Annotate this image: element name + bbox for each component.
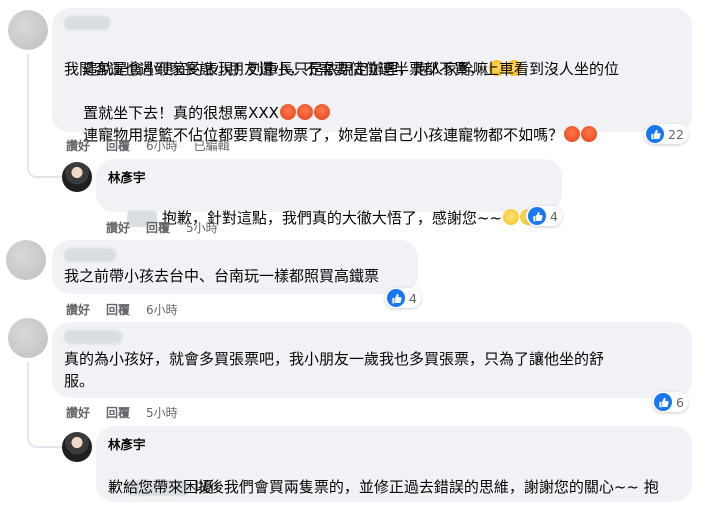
replier-avatar[interactable] [62, 432, 92, 462]
reaction-count[interactable]: 4 [385, 288, 421, 308]
timestamp[interactable]: 5小時 [186, 219, 218, 236]
reaction-count[interactable]: 22 [644, 124, 688, 144]
thumbs-up-icon [654, 393, 672, 411]
reaction-number: 6 [676, 394, 684, 410]
reply-button[interactable]: 回覆 [146, 219, 170, 236]
comment-bubble: 這就是貪小便宜的表現！列車長只是依規定辦理，炮人家幹嘛 我開客運也遇到家長說小朋… [52, 8, 692, 144]
reply-author[interactable]: 林彥宇 [108, 434, 146, 453]
commenter-name-redacted[interactable] [64, 16, 110, 30]
comment-text: 我開客運也遇到家長說小朋友還小，不需要佔位連半票都不買，上車看到沒人坐的位 [64, 60, 620, 78]
reaction-number: 4 [409, 290, 417, 306]
timestamp[interactable]: 5小時 [146, 404, 178, 421]
reply-bubble: 林彥宇 以後我們會買兩隻票的，並修正過去錯誤的思維，謝謝您的關心~~ 抱 歉給您… [96, 426, 692, 502]
reply-text: 歉給您帶來困擾 [108, 478, 214, 496]
thumbs-up-icon [528, 207, 546, 225]
reply-actions: 讚好 回覆 5小時 [106, 219, 218, 236]
reply-author[interactable]: 林彥宇 [108, 167, 146, 186]
like-button[interactable]: 讚好 [66, 404, 90, 421]
angry-emoji-icon [564, 126, 581, 142]
reply-button[interactable]: 回覆 [106, 137, 130, 154]
timestamp[interactable]: 6小時 [146, 137, 178, 154]
reply-bubble: 林彥宇 抱歉，針對這點，我們真的大徹大悟了，感謝您~~ [96, 159, 562, 227]
timestamp[interactable]: 6小時 [146, 301, 178, 318]
comment-actions: 讚好 回覆 5小時 [66, 404, 178, 421]
commenter-avatar[interactable] [8, 10, 48, 50]
commenter-name-redacted[interactable] [64, 330, 122, 344]
reply-button[interactable]: 回覆 [106, 404, 130, 421]
like-button[interactable]: 讚好 [66, 137, 90, 154]
reply-button[interactable]: 回覆 [106, 301, 130, 318]
comment-text: 服。 [64, 372, 95, 390]
replier-avatar[interactable] [62, 162, 92, 192]
reaction-count[interactable]: 6 [652, 392, 688, 412]
comment-actions: 讚好 回覆 6小時 [66, 301, 178, 318]
comment-bubble: 真的為小孩好，就會多買張票吧，我小朋友一歲我也多買張票，只為了讓他坐的舒 服。 [52, 322, 692, 398]
reaction-number: 4 [550, 208, 558, 224]
reaction-count[interactable]: 4 [526, 206, 562, 226]
comment-text: 我之前帶小孩去台中、台南玩一樣都照買高鐵票 [64, 267, 380, 285]
thread-line [27, 54, 63, 178]
commenter-avatar[interactable] [6, 240, 46, 280]
comment-bubble: 我之前帶小孩去台中、台南玩一樣都照買高鐵票 [52, 240, 418, 294]
commenter-avatar[interactable] [8, 318, 48, 358]
comment-actions: 讚好 回覆 6小時 已編輯 [66, 137, 230, 154]
comment-text: 真的為小孩好，就會多買張票吧，我小朋友一歲我也多買張票，只為了讓他坐的舒 [64, 350, 605, 368]
like-button[interactable]: 讚好 [106, 219, 130, 236]
edited-label: 已編輯 [193, 139, 230, 153]
thumbs-up-icon [646, 125, 664, 143]
like-button[interactable]: 讚好 [66, 301, 90, 318]
commenter-name-redacted[interactable] [64, 248, 116, 262]
thread-line [27, 362, 63, 448]
tearful-emoji-icon [503, 209, 519, 225]
thumbs-up-icon [387, 289, 405, 307]
angry-emoji-icon [581, 126, 598, 142]
reaction-number: 22 [668, 126, 684, 142]
